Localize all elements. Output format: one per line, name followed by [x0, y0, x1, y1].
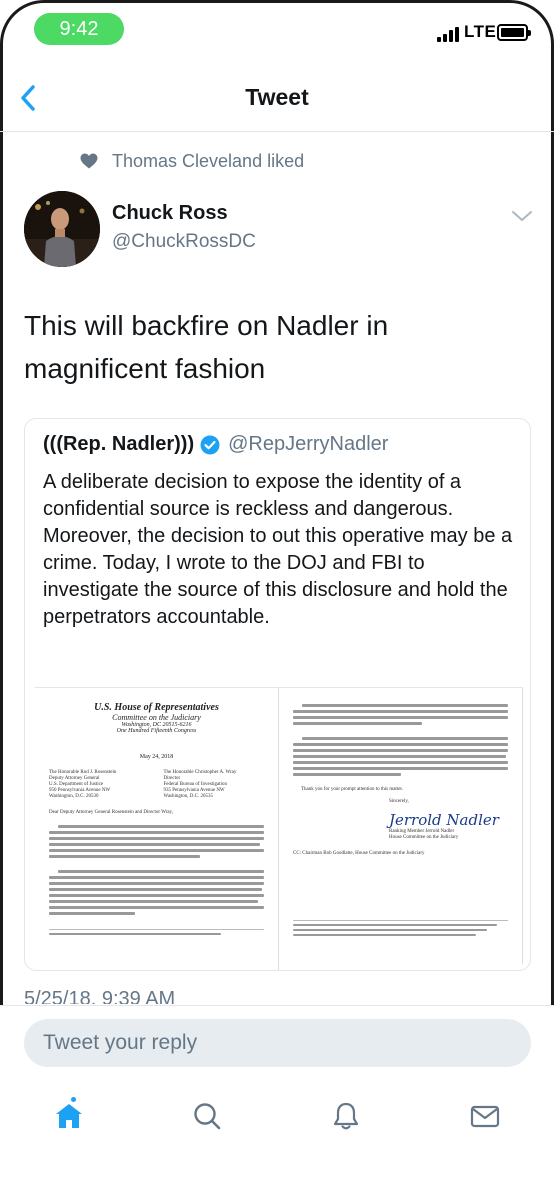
letter-body: Dear Deputy Attorney General Rosenstein … [49, 810, 264, 935]
tab-notifications[interactable] [330, 1100, 362, 1132]
signature-image: Jerrold Nadler [389, 811, 499, 829]
addr-left-line: Washington, D.C. 20530 [49, 794, 99, 799]
reply-bar [0, 1005, 554, 1080]
letterhead-title: U.S. House of Representatives [94, 702, 219, 713]
quoted-tweet-header: (((Rep. Nadler))) @RepJerryNadler [43, 433, 388, 456]
tweet-text: This will backfire on Nadler in magnific… [24, 310, 389, 384]
letter-date: May 24, 2018 [139, 754, 174, 760]
letterhead-congress: One Hundred Fifteenth Congress [116, 728, 197, 734]
social-context[interactable]: Thomas Cleveland liked [80, 150, 304, 172]
letterhead: U.S. House of Representatives Committee … [35, 702, 278, 734]
signal-icon [437, 26, 459, 42]
letter-body-continued: Thank you for your prompt attention to t… [293, 704, 508, 936]
tab-bar [0, 1080, 554, 1200]
address-block: The Honorable Rod J. Rosenstein Deputy A… [49, 770, 264, 800]
verified-icon [200, 435, 220, 454]
attached-document-image[interactable]: U.S. House of Representatives Committee … [35, 687, 523, 970]
author-display-name[interactable]: Chuck Ross [112, 202, 228, 225]
author-handle[interactable]: @ChuckRossDC [112, 231, 256, 253]
tab-home[interactable] [53, 1100, 85, 1132]
battery-icon [497, 24, 531, 41]
home-icon [56, 1104, 82, 1128]
quoted-handle: @RepJerryNadler [228, 433, 389, 455]
home-notification-dot [69, 1095, 78, 1104]
chevron-down-icon[interactable] [510, 208, 534, 224]
social-context-label: Thomas Cleveland liked [112, 150, 305, 171]
status-time[interactable]: 9:42 [34, 13, 124, 45]
letter-sincerely: Sincerely, [389, 799, 409, 804]
reply-input[interactable] [24, 1019, 531, 1067]
document-page-1: U.S. House of Representatives Committee … [35, 688, 279, 970]
tab-search[interactable] [191, 1100, 223, 1132]
bell-icon [333, 1102, 359, 1130]
letterhead-committee: Committee on the Judiciary [112, 713, 201, 722]
quoted-tweet-text: A deliberate decision to expose the iden… [43, 471, 513, 628]
tab-messages[interactable] [469, 1100, 501, 1132]
avatar[interactable] [24, 191, 100, 267]
quoted-display-name: (((Rep. Nadler))) [43, 433, 195, 455]
network-label: LTE [464, 22, 497, 41]
nav-bar: Tweet [0, 62, 554, 132]
quoted-tweet[interactable]: (((Rep. Nadler))) @RepJerryNadler A deli… [24, 418, 531, 971]
addr-right-line: Washington, D.C. 20535 [163, 794, 213, 799]
heart-icon [80, 153, 98, 169]
envelope-icon [470, 1105, 500, 1128]
page-title: Tweet [245, 84, 309, 110]
tweet-timestamp: 5/25/18, 9:39 AM [24, 988, 176, 1004]
status-bar: 9:42 LTE [0, 0, 554, 60]
document-page-2: Thank you for your prompt attention to t… [279, 688, 523, 970]
search-icon [194, 1103, 221, 1130]
